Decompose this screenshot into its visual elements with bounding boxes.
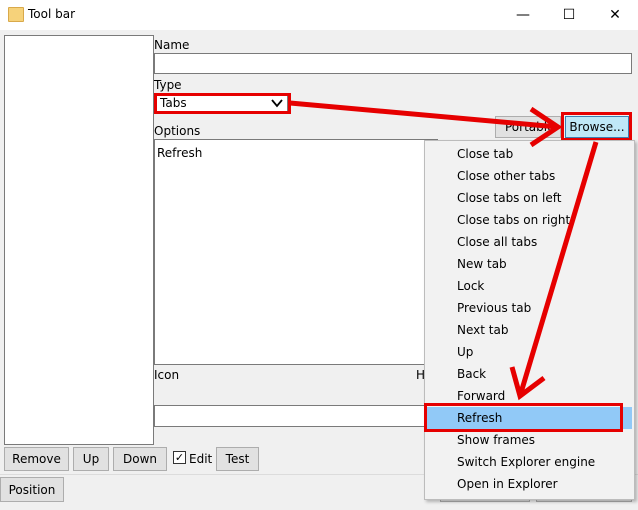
minimize-button[interactable]: — <box>500 0 546 30</box>
edit-label: Edit <box>189 452 213 466</box>
menu-item-show-frames[interactable]: Show frames <box>425 429 632 451</box>
menu-item-new-tab[interactable]: New tab <box>425 253 632 275</box>
type-label: Type <box>154 78 182 92</box>
name-field[interactable] <box>154 53 632 74</box>
menu-item-close-other-tabs[interactable]: Close other tabs <box>425 165 632 187</box>
down-button[interactable]: Down <box>113 447 167 471</box>
position-button[interactable]: Position <box>0 477 64 502</box>
remove-button[interactable]: Remove <box>4 447 69 471</box>
portable-button[interactable]: Portable <box>495 116 561 138</box>
up-button[interactable]: Up <box>73 447 109 471</box>
menu-item-lock[interactable]: Lock <box>425 275 632 297</box>
icon-label: Icon <box>154 368 180 382</box>
close-button[interactable]: ✕ <box>592 0 638 30</box>
context-menu: Close tab Close other tabs Close tabs on… <box>424 140 635 500</box>
menu-item-close-all-tabs[interactable]: Close all tabs <box>425 231 632 253</box>
browse-annotation-box <box>561 112 632 141</box>
icon-field[interactable] <box>154 405 426 427</box>
menu-item-up[interactable]: Up <box>425 341 632 363</box>
menu-item-switch-explorer-engine[interactable]: Switch Explorer engine <box>425 451 632 473</box>
menu-item-close-tab[interactable]: Close tab <box>425 143 632 165</box>
menu-item-close-tabs-left[interactable]: Close tabs on left <box>425 187 632 209</box>
edit-checkbox[interactable]: ✓ <box>173 451 186 464</box>
type-annotation-box <box>154 93 291 114</box>
options-text: Refresh <box>157 146 203 160</box>
window-title: Tool bar <box>28 7 76 21</box>
name-label: Name <box>154 38 190 52</box>
folder-icon <box>8 7 24 22</box>
maximize-button[interactable]: ☐ <box>546 0 592 30</box>
options-label: Options <box>154 124 201 138</box>
options-textarea[interactable]: Refresh <box>154 139 438 365</box>
menu-item-previous-tab[interactable]: Previous tab <box>425 297 632 319</box>
menu-item-open-in-explorer[interactable]: Open in Explorer <box>425 473 632 495</box>
test-button[interactable]: Test <box>216 447 259 471</box>
toolbar-items-list[interactable] <box>4 35 154 445</box>
refresh-annotation-box <box>424 403 623 432</box>
menu-item-back[interactable]: Back <box>425 363 632 385</box>
menu-item-next-tab[interactable]: Next tab <box>425 319 632 341</box>
menu-item-close-tabs-right[interactable]: Close tabs on right <box>425 209 632 231</box>
